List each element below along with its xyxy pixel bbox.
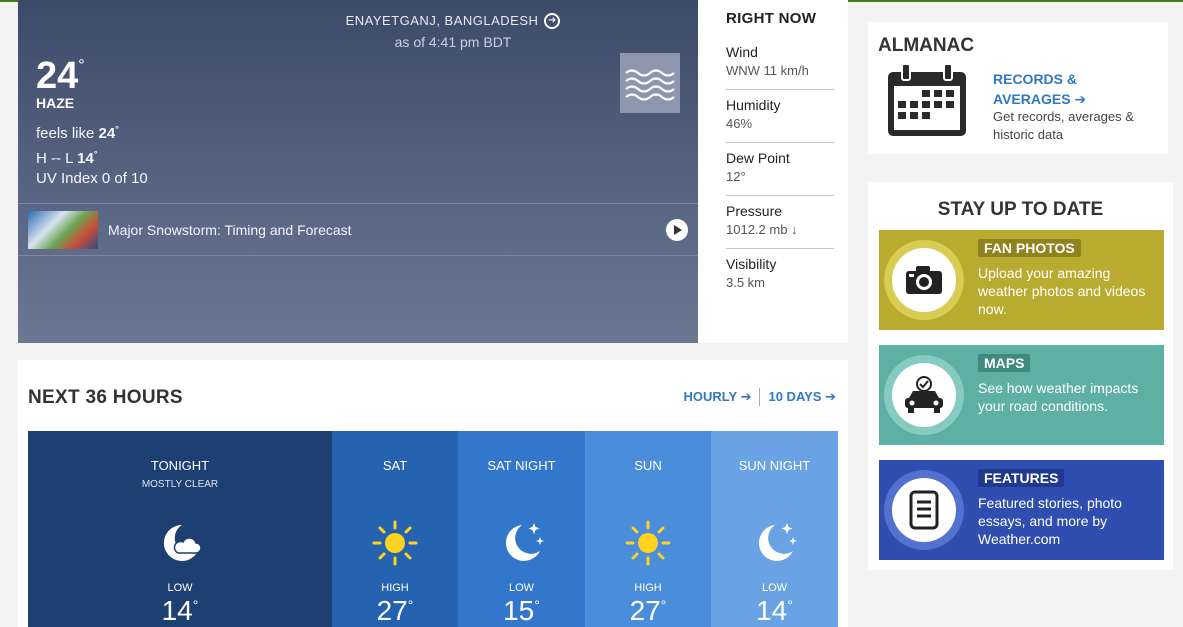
forecast-links: HOURLY ➔ 10 DAYS ➔	[684, 388, 836, 406]
haze-icon	[620, 53, 680, 113]
right-now-panel: RIGHT NOW Wind WNW 11 km/h Humidity 46% …	[698, 0, 848, 343]
almanac-description: Get records, averages & historic data	[993, 109, 1134, 142]
current-conditions-panel: ENAYETGANJ, BANGLADESH ➜ as of 4:41 pm B…	[18, 0, 698, 343]
right-now-wind: Wind WNW 11 km/h	[726, 37, 834, 90]
moon-stars-icon	[505, 523, 544, 561]
stay-up-to-date-panel: STAY UP TO DATE FAN PHOTOS Upload your a…	[868, 182, 1173, 570]
camera-icon	[892, 248, 956, 312]
rn-value: WNW 11 km/h	[726, 63, 809, 78]
records-averages-link[interactable]: RECORDS & AVERAGES ➔	[993, 69, 1086, 109]
forecast-periods: TONIGHT MOSTLY CLEAR LOW 14° SAT HIGH 27…	[28, 431, 838, 627]
card-text: Upload your amazing weather photos and v…	[978, 265, 1146, 317]
rn-label: Visibility	[726, 256, 777, 272]
period-temp: 14°	[161, 595, 199, 626]
card-tag: FEATURES	[978, 469, 1065, 487]
rn-label: Humidity	[726, 97, 781, 113]
forecast-period-tonight[interactable]: TONIGHT MOSTLY CLEAR LOW 14°	[28, 431, 332, 627]
weather-phrase: HAZE	[36, 95, 75, 111]
moon-cloud-icon	[163, 524, 202, 561]
almanac-title: ALMANAC	[878, 35, 975, 56]
moon-stars-icon	[758, 523, 797, 561]
features-card[interactable]: FEATURES Featured stories, photo essays,…	[879, 460, 1164, 560]
right-now-humidity: Humidity 46%	[726, 90, 834, 143]
video-title[interactable]: Major Snowstorm: Timing and Forecast	[108, 222, 352, 238]
period-temp-label: LOW	[508, 582, 535, 594]
card-text: See how weather impacts your road condit…	[978, 380, 1139, 414]
period-temp: 27°	[376, 595, 414, 626]
card-tag: FAN PHOTOS	[978, 239, 1081, 257]
fan-photos-card[interactable]: FAN PHOTOS Upload your amazing weather p…	[879, 230, 1164, 330]
period-temp: 15°	[503, 595, 540, 626]
uv-index: UV Index 0 of 10	[36, 170, 148, 187]
period-temp: 27°	[629, 595, 667, 626]
period-temp-label: LOW	[167, 582, 193, 594]
current-details: feels like 24° H -- L 14° UV Index 0 of …	[36, 119, 148, 189]
location-header: ENAYETGANJ, BANGLADESH ➜ as of 4:41 pm B…	[18, 12, 698, 50]
sun-icon	[625, 520, 671, 566]
card-text: Featured stories, photo essays, and more…	[978, 495, 1122, 547]
period-name: TONIGHT	[150, 458, 210, 473]
feels-like: feels like 24°	[36, 124, 119, 142]
arrow-right-circle-icon: ➜	[544, 12, 561, 29]
rn-value: 12°	[726, 169, 746, 184]
as-of-timestamp: as of 4:41 pm BDT	[394, 34, 512, 50]
stay-title: STAY UP TO DATE	[937, 199, 1104, 220]
rn-value: 3.5 km	[726, 275, 766, 290]
period-temp-label: LOW	[761, 582, 788, 594]
period-temp-label: HIGH	[634, 582, 662, 594]
period-temp: 14°	[756, 595, 793, 626]
forecast-period-sun[interactable]: SUN HIGH 27°	[585, 431, 711, 627]
period-name: SUN	[634, 458, 662, 473]
link-divider	[759, 388, 761, 406]
document-icon	[892, 478, 956, 542]
next-36-hours-panel: NEXT 36 HOURS HOURLY ➔ 10 DAYS ➔ TONIGHT…	[18, 360, 848, 627]
play-icon[interactable]	[666, 219, 688, 241]
rn-value: 46%	[726, 116, 753, 131]
ten-days-link[interactable]: 10 DAYS ➔	[768, 389, 836, 405]
period-temp-label: HIGH	[381, 582, 409, 594]
right-now-visibility: Visibility 3.5 km	[726, 249, 834, 302]
location-name: ENAYETGANJ, BANGLADESH	[345, 13, 539, 28]
forecast-period-sun-night[interactable]: SUN NIGHT LOW 14°	[711, 431, 838, 627]
period-name: SAT NIGHT	[487, 458, 556, 473]
rn-label: Wind	[726, 44, 758, 60]
maps-card[interactable]: MAPS See how weather impacts your road c…	[879, 345, 1164, 445]
right-now-pressure: Pressure 1012.2 mb ↓	[726, 196, 834, 249]
period-name: SAT	[382, 458, 408, 473]
right-now-dew-point: Dew Point 12°	[726, 143, 834, 196]
period-name: SUN NIGHT	[738, 458, 811, 473]
right-now-title: RIGHT NOW	[726, 10, 817, 27]
rn-value: 1012.2 mb ↓	[726, 222, 798, 237]
almanac-panel: ALMANAC RECORDS & AVERAGES ➔ Get records…	[868, 22, 1168, 154]
calendar-icon	[888, 64, 966, 136]
rn-label: Dew Point	[726, 150, 790, 166]
rn-label: Pressure	[726, 203, 783, 219]
video-thumbnail[interactable]	[28, 211, 98, 249]
video-row[interactable]: Major Snowstorm: Timing and Forecast	[18, 203, 698, 256]
period-phrase: MOSTLY CLEAR	[141, 479, 219, 490]
location-link[interactable]: ENAYETGANJ, BANGLADESH ➜	[345, 12, 561, 29]
next-36-title: NEXT 36 HOURS	[28, 387, 183, 408]
sun-icon	[372, 520, 418, 566]
hourly-link[interactable]: HOURLY ➔	[684, 389, 752, 405]
card-tag: MAPS	[978, 354, 1031, 372]
car-icon	[892, 363, 956, 427]
forecast-period-sat[interactable]: SAT HIGH 27°	[332, 431, 458, 627]
hi-lo: H -- L 14°	[36, 149, 98, 167]
forecast-period-sat-night[interactable]: SAT NIGHT LOW 15°	[458, 431, 585, 627]
current-temperature: 24°	[36, 55, 85, 97]
